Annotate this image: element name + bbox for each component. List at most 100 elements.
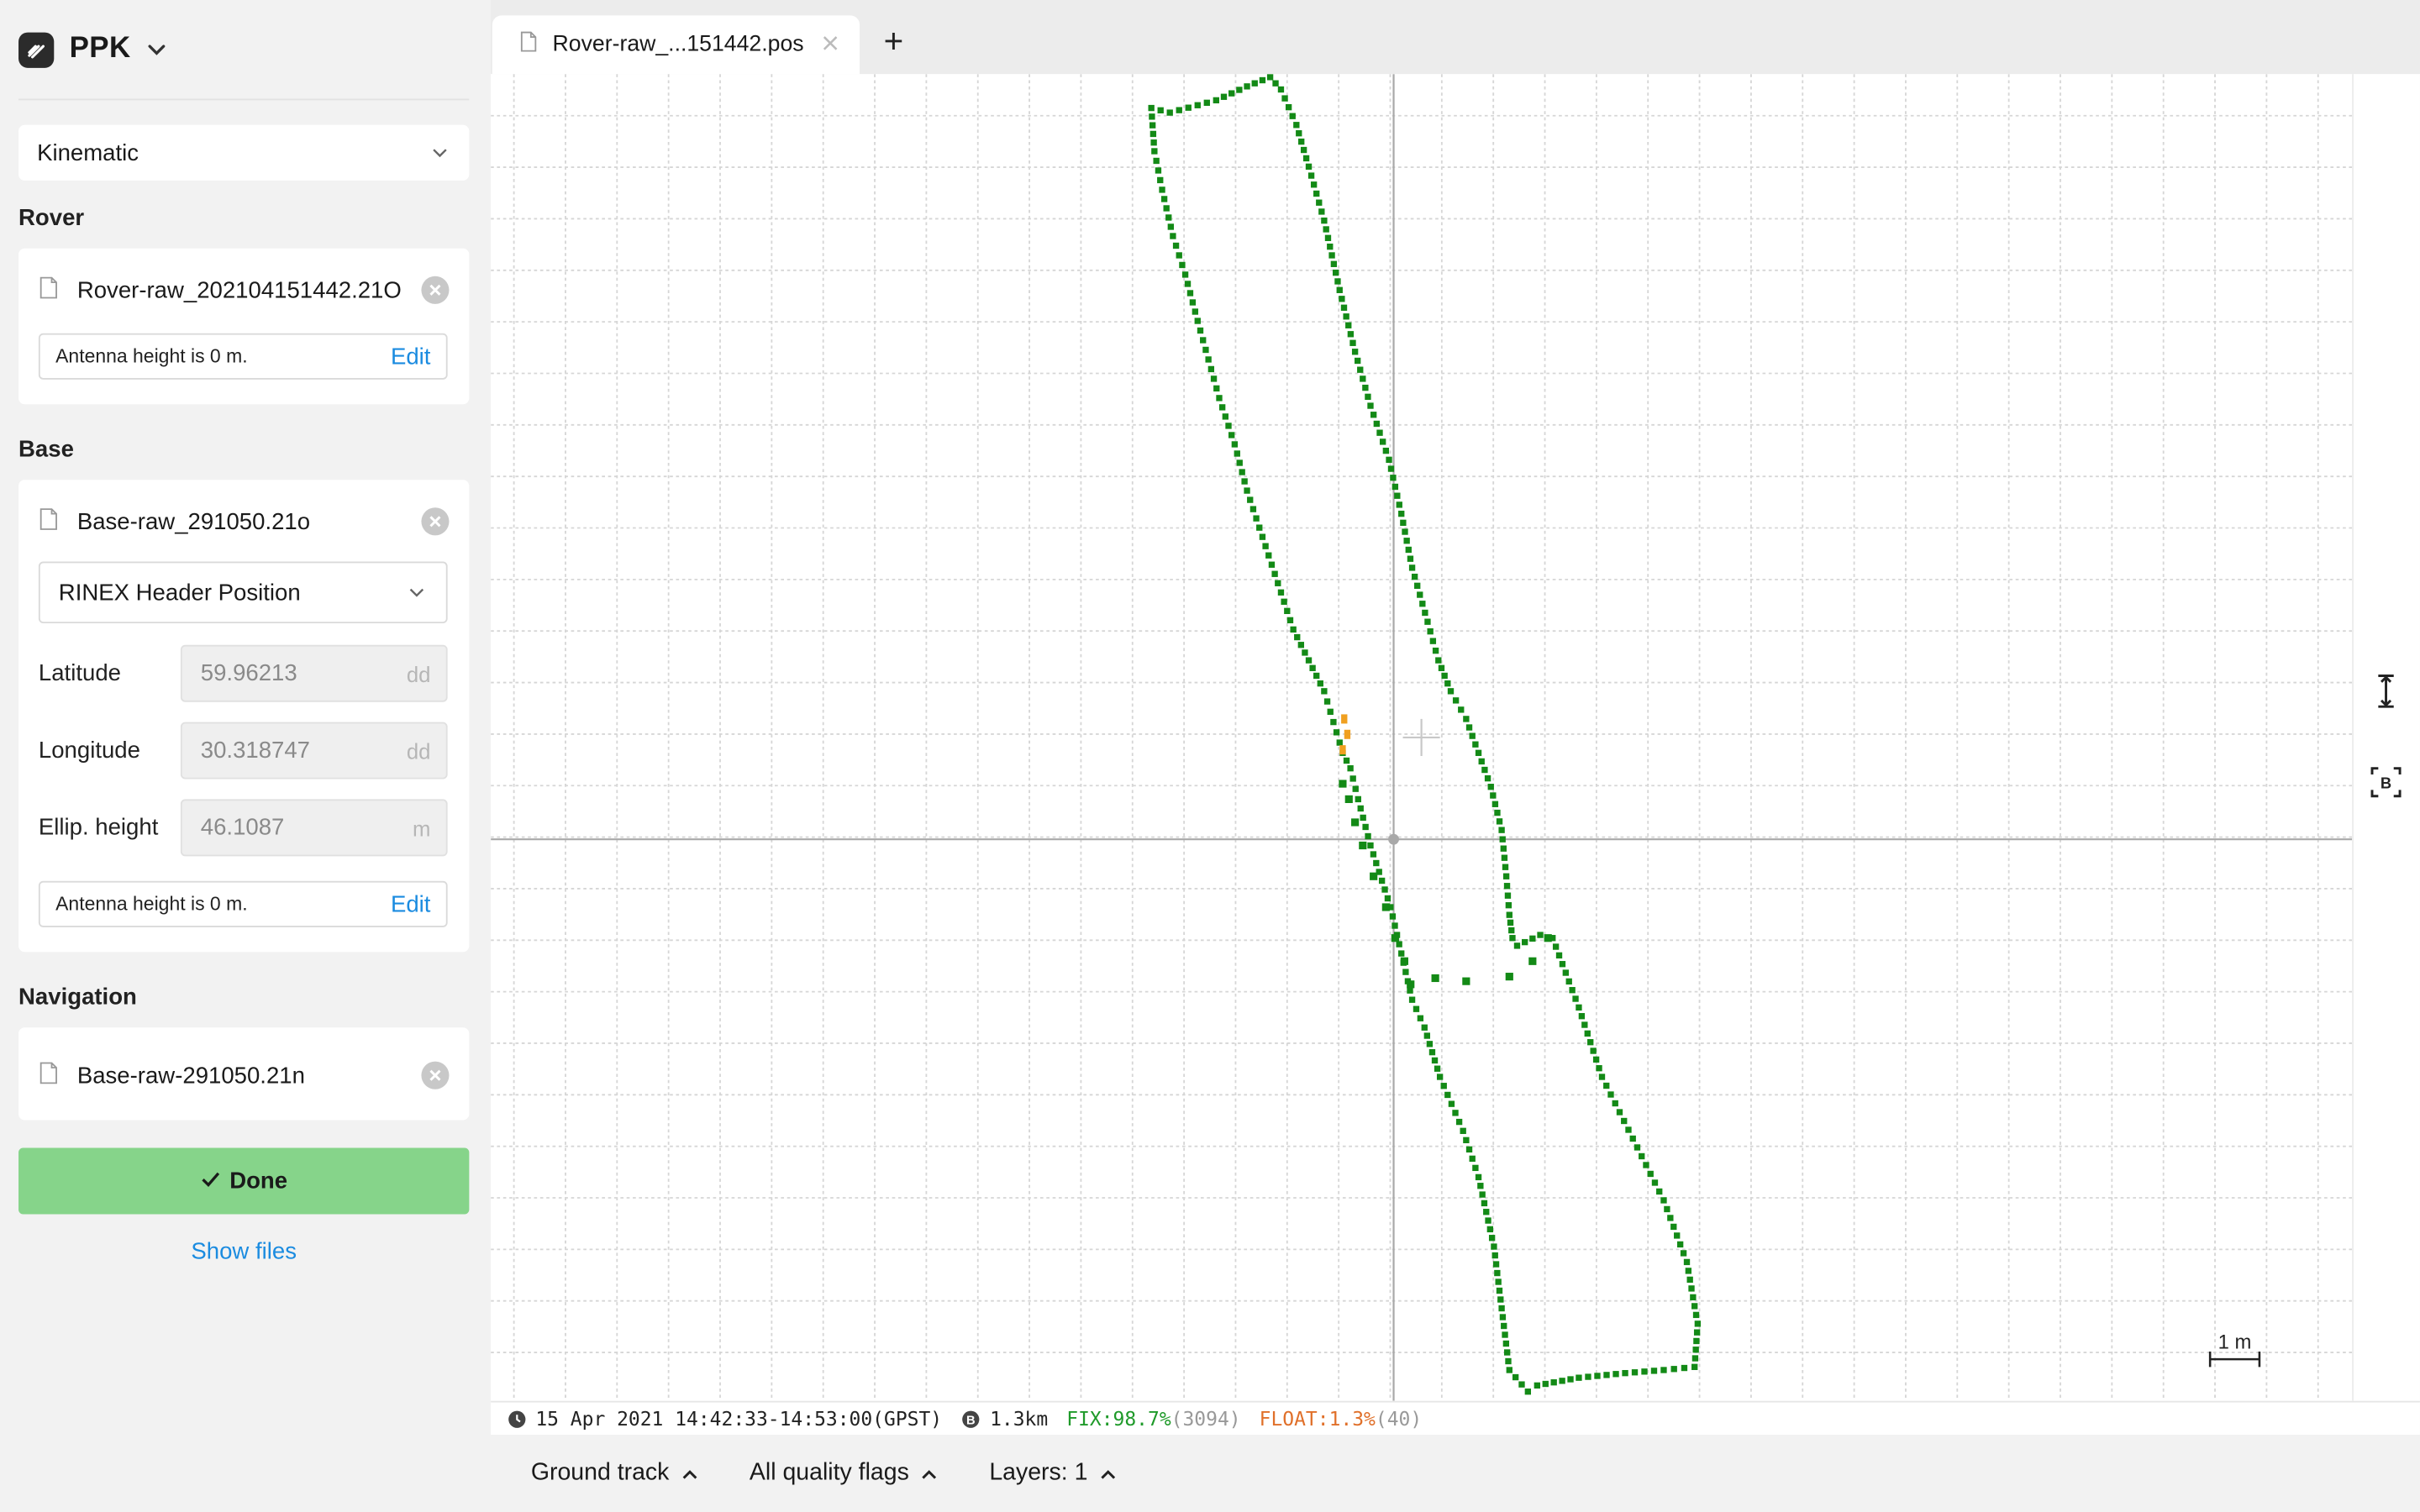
base-section-label: Base	[18, 436, 74, 464]
track-point-fix	[1334, 278, 1341, 285]
chevron-up-icon	[681, 1460, 697, 1488]
track-point-fix	[1472, 741, 1479, 748]
app-header[interactable]: PPK	[18, 28, 168, 71]
track-point-fix	[1228, 90, 1235, 97]
tab-rover-pos[interactable]: Rover-raw_...151442.pos	[492, 15, 860, 75]
track-point-fix	[1317, 680, 1323, 687]
track-point-fix	[1392, 483, 1399, 491]
ground-track-plot[interactable]	[491, 74, 2353, 1401]
track-point-fix	[1521, 938, 1528, 946]
add-tab-button[interactable]: +	[876, 22, 910, 60]
track-point-fix	[1157, 176, 1164, 184]
track-point-fix	[1607, 1091, 1614, 1098]
track-point-fix	[1688, 1285, 1695, 1292]
rover-antenna-box: Antenna height is 0 m. Edit	[38, 333, 448, 380]
latitude-field[interactable]: 59.96213 dd	[180, 644, 448, 702]
navigation-file-name: Base-raw-291050.21n	[76, 1062, 305, 1089]
tab-bar: Rover-raw_...151442.pos +	[491, 0, 2420, 75]
svg-text:B: B	[966, 1413, 976, 1426]
height-tool-icon[interactable]	[2367, 673, 2404, 710]
show-files-link[interactable]: Show files	[18, 1239, 469, 1265]
track-point-fix	[1427, 627, 1434, 635]
track-point-fix	[1149, 113, 1155, 120]
done-button[interactable]: Done	[18, 1147, 470, 1215]
track-point-fix	[1339, 780, 1347, 788]
chevron-down-icon[interactable]	[146, 39, 168, 60]
track-point-fix	[1634, 1144, 1641, 1151]
track-point-fix	[1479, 1191, 1486, 1198]
track-point-fix	[1216, 395, 1223, 402]
track-point-fix	[1447, 688, 1455, 695]
track-point-fix	[1247, 496, 1254, 503]
track-point-fix	[1150, 130, 1157, 138]
track-point-fix	[1448, 1100, 1455, 1107]
base-position-select-value: RINEX Header Position	[58, 579, 301, 606]
track-point-fix	[1336, 739, 1343, 746]
close-icon[interactable]	[823, 33, 838, 57]
track-point-fix	[1176, 107, 1182, 113]
clear-icon[interactable]	[421, 1061, 450, 1089]
track-point-fix	[1505, 973, 1513, 981]
track-point-fix	[1498, 827, 1505, 833]
track-point-fix	[1572, 995, 1579, 1002]
track-point-fix	[1251, 80, 1258, 87]
track-point-fix	[1400, 519, 1407, 527]
track-point-fix	[1598, 1074, 1606, 1080]
track-point-fix	[1355, 795, 1361, 803]
navigation-section-label: Navigation	[18, 984, 137, 1011]
track-point-fix	[1432, 647, 1439, 654]
track-point-fix	[1537, 932, 1544, 938]
base-antenna-edit-link[interactable]: Edit	[391, 891, 430, 917]
track-point-fix	[1484, 774, 1491, 782]
mode-select[interactable]: Kinematic	[18, 124, 470, 181]
base-position-select[interactable]: RINEX Header Position	[38, 561, 448, 624]
track-point-fix	[1411, 573, 1418, 580]
track-point-fix	[1349, 775, 1356, 782]
bottom-bar: Ground track All quality flags Layers: 1	[491, 1435, 2420, 1512]
track-point-fix	[1305, 163, 1313, 171]
track-point-fix	[1477, 1183, 1484, 1189]
track-point-fix	[1507, 919, 1514, 927]
track-point-fix	[1205, 356, 1212, 363]
track-point-fix	[1612, 1100, 1618, 1107]
clear-icon[interactable]	[421, 507, 450, 536]
rover-antenna-edit-link[interactable]: Edit	[391, 344, 430, 370]
map-view[interactable]	[491, 74, 2353, 1401]
track-point-fix	[1176, 252, 1182, 259]
longitude-field[interactable]: 30.318747 dd	[180, 722, 448, 780]
track-point-fix	[1502, 873, 1510, 879]
track-point-fix	[1370, 872, 1378, 880]
track-point-fix	[1483, 1209, 1490, 1215]
layers-menu[interactable]: Layers: 1	[989, 1460, 1115, 1488]
base-tool-icon[interactable]: B	[2367, 764, 2404, 801]
track-point-fix	[1160, 196, 1168, 202]
track-point-fix	[1612, 1371, 1619, 1378]
ellip-height-label: Ellip. height	[38, 814, 159, 842]
ellip-height-value: 46.1087	[200, 814, 285, 842]
track-point-fix	[1594, 1373, 1601, 1379]
app-title: PPK	[69, 32, 131, 66]
track-point-fix	[1569, 987, 1576, 994]
base-file-name: Base-raw_291050.21o	[76, 508, 311, 535]
track-point-fix	[1197, 327, 1204, 334]
track-point-fix	[1458, 706, 1465, 713]
quality-flags-menu[interactable]: All quality flags	[750, 1460, 937, 1488]
track-point-fix	[1444, 680, 1451, 687]
track-point-fix	[1417, 591, 1423, 598]
track-point-fix	[1300, 146, 1307, 154]
track-point-fix	[1302, 155, 1310, 162]
track-point-fix	[1367, 402, 1374, 409]
fix-percent: FIX:98.7%	[1066, 1407, 1171, 1431]
track-point-fix	[1239, 469, 1245, 475]
track-point-fix	[1629, 1135, 1636, 1142]
track-point-fix	[1202, 346, 1209, 354]
track-point-fix	[1194, 102, 1201, 108]
track-point-fix	[1683, 1258, 1691, 1266]
track-point-fix	[1179, 261, 1186, 269]
track-point-fix	[1499, 1314, 1507, 1320]
track-point-fix	[1222, 413, 1229, 420]
ground-track-menu[interactable]: Ground track	[531, 1460, 697, 1488]
clear-icon[interactable]	[421, 276, 450, 304]
ellip-height-field[interactable]: 46.1087 m	[180, 799, 448, 857]
sidebar: PPK Kinematic Rover Rover-raw_2021041514…	[0, 0, 488, 1512]
